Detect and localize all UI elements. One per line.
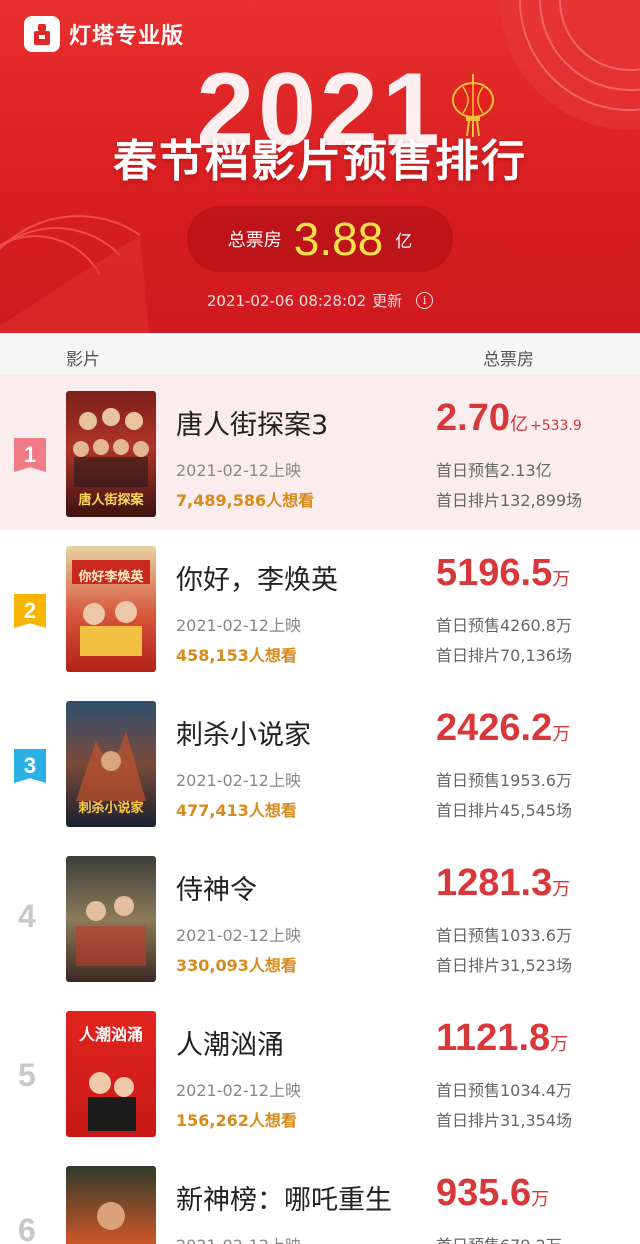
rank-number: 5 bbox=[18, 1057, 36, 1093]
movie-row[interactable]: 4 侍神令 2021-02-12上映 330,093人想看 1281.3万 首日… bbox=[0, 840, 640, 995]
brand-name: 灯塔专业版 bbox=[69, 24, 185, 49]
poster-art-icon bbox=[76, 896, 146, 966]
update-time: 2021-02-06 08:28:02 更新 i bbox=[0, 290, 640, 311]
want-count: 7,489,586人想看 bbox=[176, 491, 315, 510]
box-value: 1281.3 bbox=[436, 862, 553, 904]
box-value: 1121.8 bbox=[436, 1017, 551, 1059]
update-label: 更新 bbox=[372, 292, 403, 310]
want-count: 156,262人想看 bbox=[176, 1111, 297, 1130]
movie-name: 唐人街探案3 bbox=[176, 410, 329, 441]
box-value: 2426.2 bbox=[436, 707, 553, 749]
movie-name: 你好，李焕英 bbox=[176, 565, 338, 596]
header-banner: 灯塔专业版 2021 春节档影片预售排行 总票房 3.88 亿 2021-02-… bbox=[0, 0, 640, 333]
box-value: 5196.5 bbox=[436, 552, 553, 594]
movie-row[interactable]: 3 刺杀小说家 刺杀小说家 2021-02-12上映 477,413人想看 24… bbox=[0, 685, 640, 840]
brand: 灯塔专业版 bbox=[24, 16, 184, 52]
rank-badge: 1 bbox=[14, 438, 46, 472]
poster-title: 刺杀小说家 bbox=[78, 801, 144, 816]
want-count: 330,093人想看 bbox=[176, 956, 297, 975]
screenings: 首日排片31,523场 bbox=[436, 956, 572, 975]
total-box-office-label: 总票房 bbox=[227, 230, 282, 251]
fan-decoration-left bbox=[0, 215, 149, 333]
box-unit: 万 bbox=[550, 1034, 569, 1055]
box-unit: 万 bbox=[552, 569, 571, 590]
movie-row[interactable]: 1 唐人街探案 唐人街探案3 2021-02-12上映 7,489,586人想看… bbox=[0, 375, 640, 530]
rank-badge: 2 bbox=[14, 594, 46, 628]
presale: 首日预售679.2万 bbox=[436, 1232, 562, 1244]
movie-name: 人潮汹涌 bbox=[176, 1030, 284, 1061]
movie-poster[interactable] bbox=[66, 856, 156, 982]
movie-name: 新神榜：哪吒重生 bbox=[176, 1185, 392, 1216]
presale: 首日预售2.13亿 bbox=[436, 461, 552, 480]
movie-box-office: 5196.5万 bbox=[436, 552, 570, 595]
release-date: 2021-02-12上映 bbox=[176, 926, 301, 945]
rank-badge: 3 bbox=[14, 749, 46, 783]
update-timestamp: 2021-02-06 08:28:02 bbox=[206, 291, 367, 310]
release-date: 2021-02-12上映 bbox=[176, 616, 301, 635]
box-value: 935.6 bbox=[436, 1172, 532, 1214]
screenings: 首日排片70,136场 bbox=[436, 646, 572, 665]
movie-poster[interactable] bbox=[66, 1166, 156, 1244]
movie-name: 刺杀小说家 bbox=[176, 720, 311, 751]
box-unit: 万 bbox=[531, 1189, 550, 1210]
screenings: 首日排片132,899场 bbox=[436, 491, 583, 510]
total-box-office-unit: 亿 bbox=[395, 231, 413, 252]
box-delta: +533.9 bbox=[529, 418, 582, 434]
column-box-office[interactable]: 总票房 bbox=[483, 345, 534, 370]
rank-number: 4 bbox=[18, 898, 36, 934]
presale: 首日预售1034.4万 bbox=[436, 1081, 572, 1100]
release-date: 2021-02-12上映 bbox=[176, 1232, 301, 1244]
movie-box-office: 1121.8万 bbox=[436, 1017, 568, 1060]
movie-name: 侍神令 bbox=[176, 875, 257, 906]
total-box-office-value: 3.88 bbox=[293, 213, 384, 265]
box-unit: 万 bbox=[552, 724, 571, 745]
column-header: 影片 总票房 bbox=[0, 333, 640, 375]
total-box-office: 总票房 3.88 亿 bbox=[187, 206, 453, 272]
rank-number: 6 bbox=[18, 1212, 36, 1244]
movie-row[interactable]: 6 新神榜：哪吒重生 2021-02-12上映 935.6万 首日预售679.2… bbox=[0, 1150, 640, 1244]
presale: 首日预售4260.8万 bbox=[436, 616, 572, 635]
box-value: 2.70 bbox=[436, 397, 510, 439]
presale: 首日预售1033.6万 bbox=[436, 926, 572, 945]
poster-title: 人潮汹涌 bbox=[78, 1025, 143, 1044]
poster-title: 你好李焕英 bbox=[78, 570, 144, 585]
lighthouse-logo-icon bbox=[24, 16, 60, 52]
movie-poster[interactable]: 人潮汹涌 bbox=[66, 1011, 156, 1137]
movie-poster[interactable]: 唐人街探案 bbox=[66, 391, 156, 517]
poster-title: 唐人街探案 bbox=[78, 493, 144, 508]
movie-box-office: 2.70亿 +533.9 bbox=[436, 397, 582, 440]
lantern-icon bbox=[452, 74, 494, 137]
page-title: 春节档影片预售排行 bbox=[113, 136, 527, 187]
movie-box-office: 2426.2万 bbox=[436, 707, 570, 750]
movie-box-office: 935.6万 bbox=[436, 1172, 549, 1215]
release-date: 2021-02-12上映 bbox=[176, 1081, 301, 1100]
release-date: 2021-02-12上映 bbox=[176, 461, 301, 480]
movie-box-office: 1281.3万 bbox=[436, 862, 570, 905]
screenings: 首日排片31,354场 bbox=[436, 1111, 572, 1130]
poster-art-icon bbox=[72, 560, 150, 656]
release-date: 2021-02-12上映 bbox=[176, 771, 301, 790]
box-unit: 万 bbox=[552, 879, 571, 900]
movie-row[interactable]: 5 人潮汹涌 人潮汹涌 2021-02-12上映 156,262人想看 1121… bbox=[0, 995, 640, 1150]
presale: 首日预售1953.6万 bbox=[436, 771, 572, 790]
screenings: 首日排片45,545场 bbox=[436, 801, 572, 820]
box-unit: 亿 bbox=[509, 414, 528, 435]
want-count: 458,153人想看 bbox=[176, 646, 297, 665]
movie-row[interactable]: 2 你好李焕英 你好，李焕英 2021-02-12上映 458,153人想看 5… bbox=[0, 530, 640, 685]
want-count: 477,413人想看 bbox=[176, 801, 297, 820]
column-film: 影片 bbox=[66, 350, 100, 370]
info-icon[interactable]: i bbox=[416, 292, 434, 309]
movie-poster[interactable]: 刺杀小说家 bbox=[66, 701, 156, 827]
poster-art-icon bbox=[97, 1202, 125, 1230]
movie-poster[interactable]: 你好李焕英 bbox=[66, 546, 156, 672]
